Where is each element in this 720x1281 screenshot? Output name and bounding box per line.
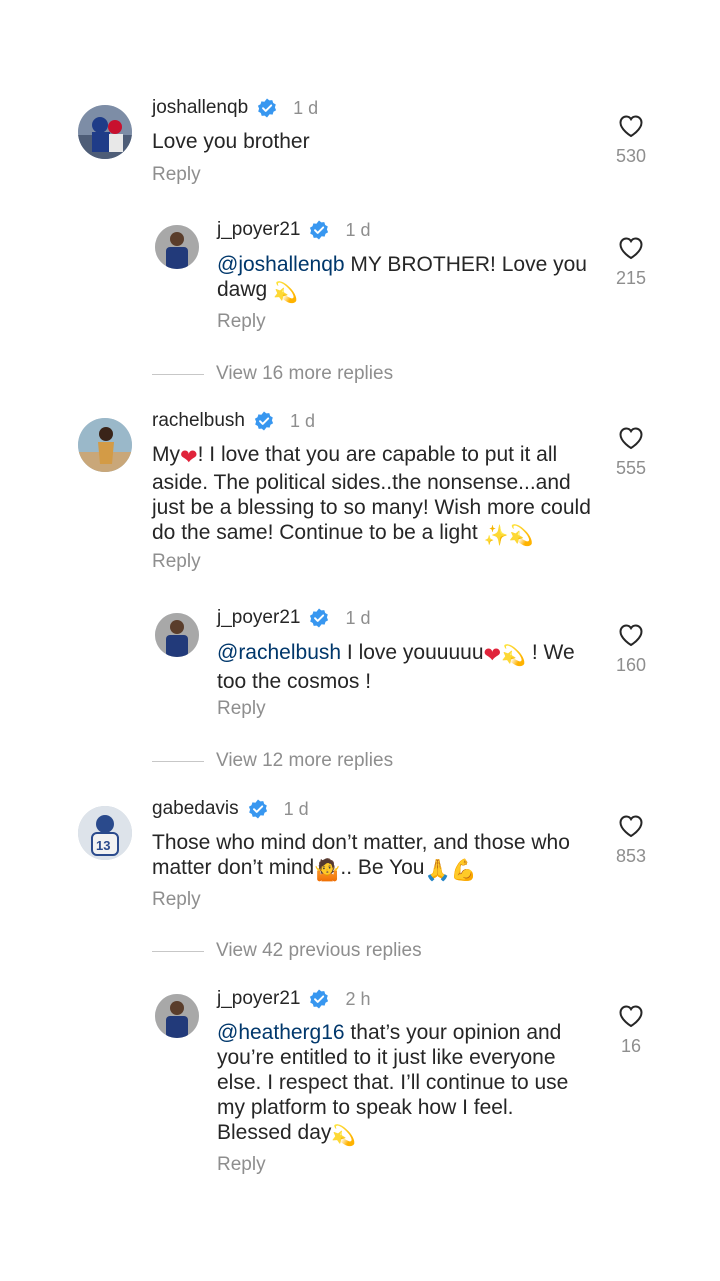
like-count: 530 [615,146,647,166]
heart-outline-icon[interactable] [618,114,644,138]
mention-link[interactable]: @joshallenqb [217,253,345,276]
avatar[interactable] [155,613,199,657]
dizzy-emoji-icon: 💫 [273,282,298,304]
dizzy-emoji-icon: 💫 [501,645,527,667]
view-more-replies[interactable]: View 12 more replies [152,750,393,772]
comment-time: 1 d [283,798,309,819]
divider [152,950,204,952]
verified-badge-icon [254,411,274,431]
username[interactable]: gabedavis [152,798,239,820]
comment-text: @rachelbush I love youuuuu❤💫 ! We too th… [217,641,575,693]
comment-time: 1 d [289,410,315,431]
view-more-label: View 42 previous replies [216,940,422,961]
mention-link[interactable]: @heatherg16 [217,1021,345,1044]
view-more-replies[interactable]: View 16 more replies [152,363,393,385]
view-more-label: View 12 more replies [216,750,394,771]
comment-text: @joshallenqb MY BROTHER! Love you dawg 💫 [217,253,587,304]
sparkles-emoji-icon: ✨💫 [483,525,534,547]
like-block: 16 [601,1004,661,1057]
comment-time: 1 d [345,607,371,628]
avatar[interactable] [78,105,132,159]
reply-button[interactable]: Reply [152,889,201,911]
shrug-emoji-icon: 🤷 [314,859,341,882]
username[interactable]: j_poyer21 [217,219,300,241]
verified-badge-icon [257,98,277,118]
avatar[interactable] [155,994,199,1038]
like-count: 555 [615,458,647,478]
avatar[interactable]: 13 [78,806,132,860]
praying-hands-emoji-icon: 🙏 [424,859,451,882]
comment-text: My❤! I love that you are capable to put … [152,443,591,547]
view-previous-replies[interactable]: View 42 previous replies [152,940,422,962]
like-count: 16 [620,1036,642,1056]
username[interactable]: j_poyer21 [217,988,300,1010]
verified-badge-icon [309,608,329,628]
dizzy-emoji-icon: 💫 [331,1125,357,1147]
avatar[interactable] [78,418,132,472]
comment-text: Love you brother [152,130,310,153]
username[interactable]: joshallenqb [152,97,248,119]
username[interactable]: j_poyer21 [217,607,300,629]
flexed-bicep-emoji-icon: 💪 [450,859,477,882]
heart-outline-icon[interactable] [618,426,644,450]
like-count: 853 [615,846,647,866]
like-block: 160 [601,623,661,676]
mention-link[interactable]: @rachelbush [217,641,341,664]
verified-badge-icon [248,799,268,819]
divider [152,760,204,762]
red-heart-emoji-icon: ❤ [483,644,502,667]
heart-outline-icon[interactable] [618,623,644,647]
comment-text: Those who mind don’t matter, and those w… [152,831,570,882]
heart-outline-icon[interactable] [618,814,644,838]
avatar[interactable] [155,225,199,269]
svg-text:13: 13 [96,838,110,853]
verified-badge-icon [309,989,329,1009]
username[interactable]: rachelbush [152,410,245,432]
comment-text: @heatherg16 that’s your opinion and you’… [217,1021,569,1147]
verified-badge-icon [309,220,329,240]
heart-outline-icon[interactable] [618,236,644,260]
divider [152,373,204,375]
reply-button[interactable]: Reply [217,698,266,720]
reply-button[interactable]: Reply [152,164,201,186]
like-count: 160 [615,655,647,675]
comment-time: 1 d [293,97,319,118]
red-heart-emoji-icon: ❤ [180,446,198,469]
comment-time: 2 h [345,988,371,1009]
like-count: 215 [615,268,647,288]
reply-button[interactable]: Reply [217,1154,266,1176]
reply-button[interactable]: Reply [217,311,266,333]
like-block: 530 [601,114,661,167]
comment-time: 1 d [345,219,371,240]
reply-button[interactable]: Reply [152,551,201,573]
like-block: 215 [601,236,661,289]
view-more-label: View 16 more replies [216,363,394,384]
like-block: 853 [601,814,661,867]
like-block: 555 [601,426,661,479]
heart-outline-icon[interactable] [618,1004,644,1028]
